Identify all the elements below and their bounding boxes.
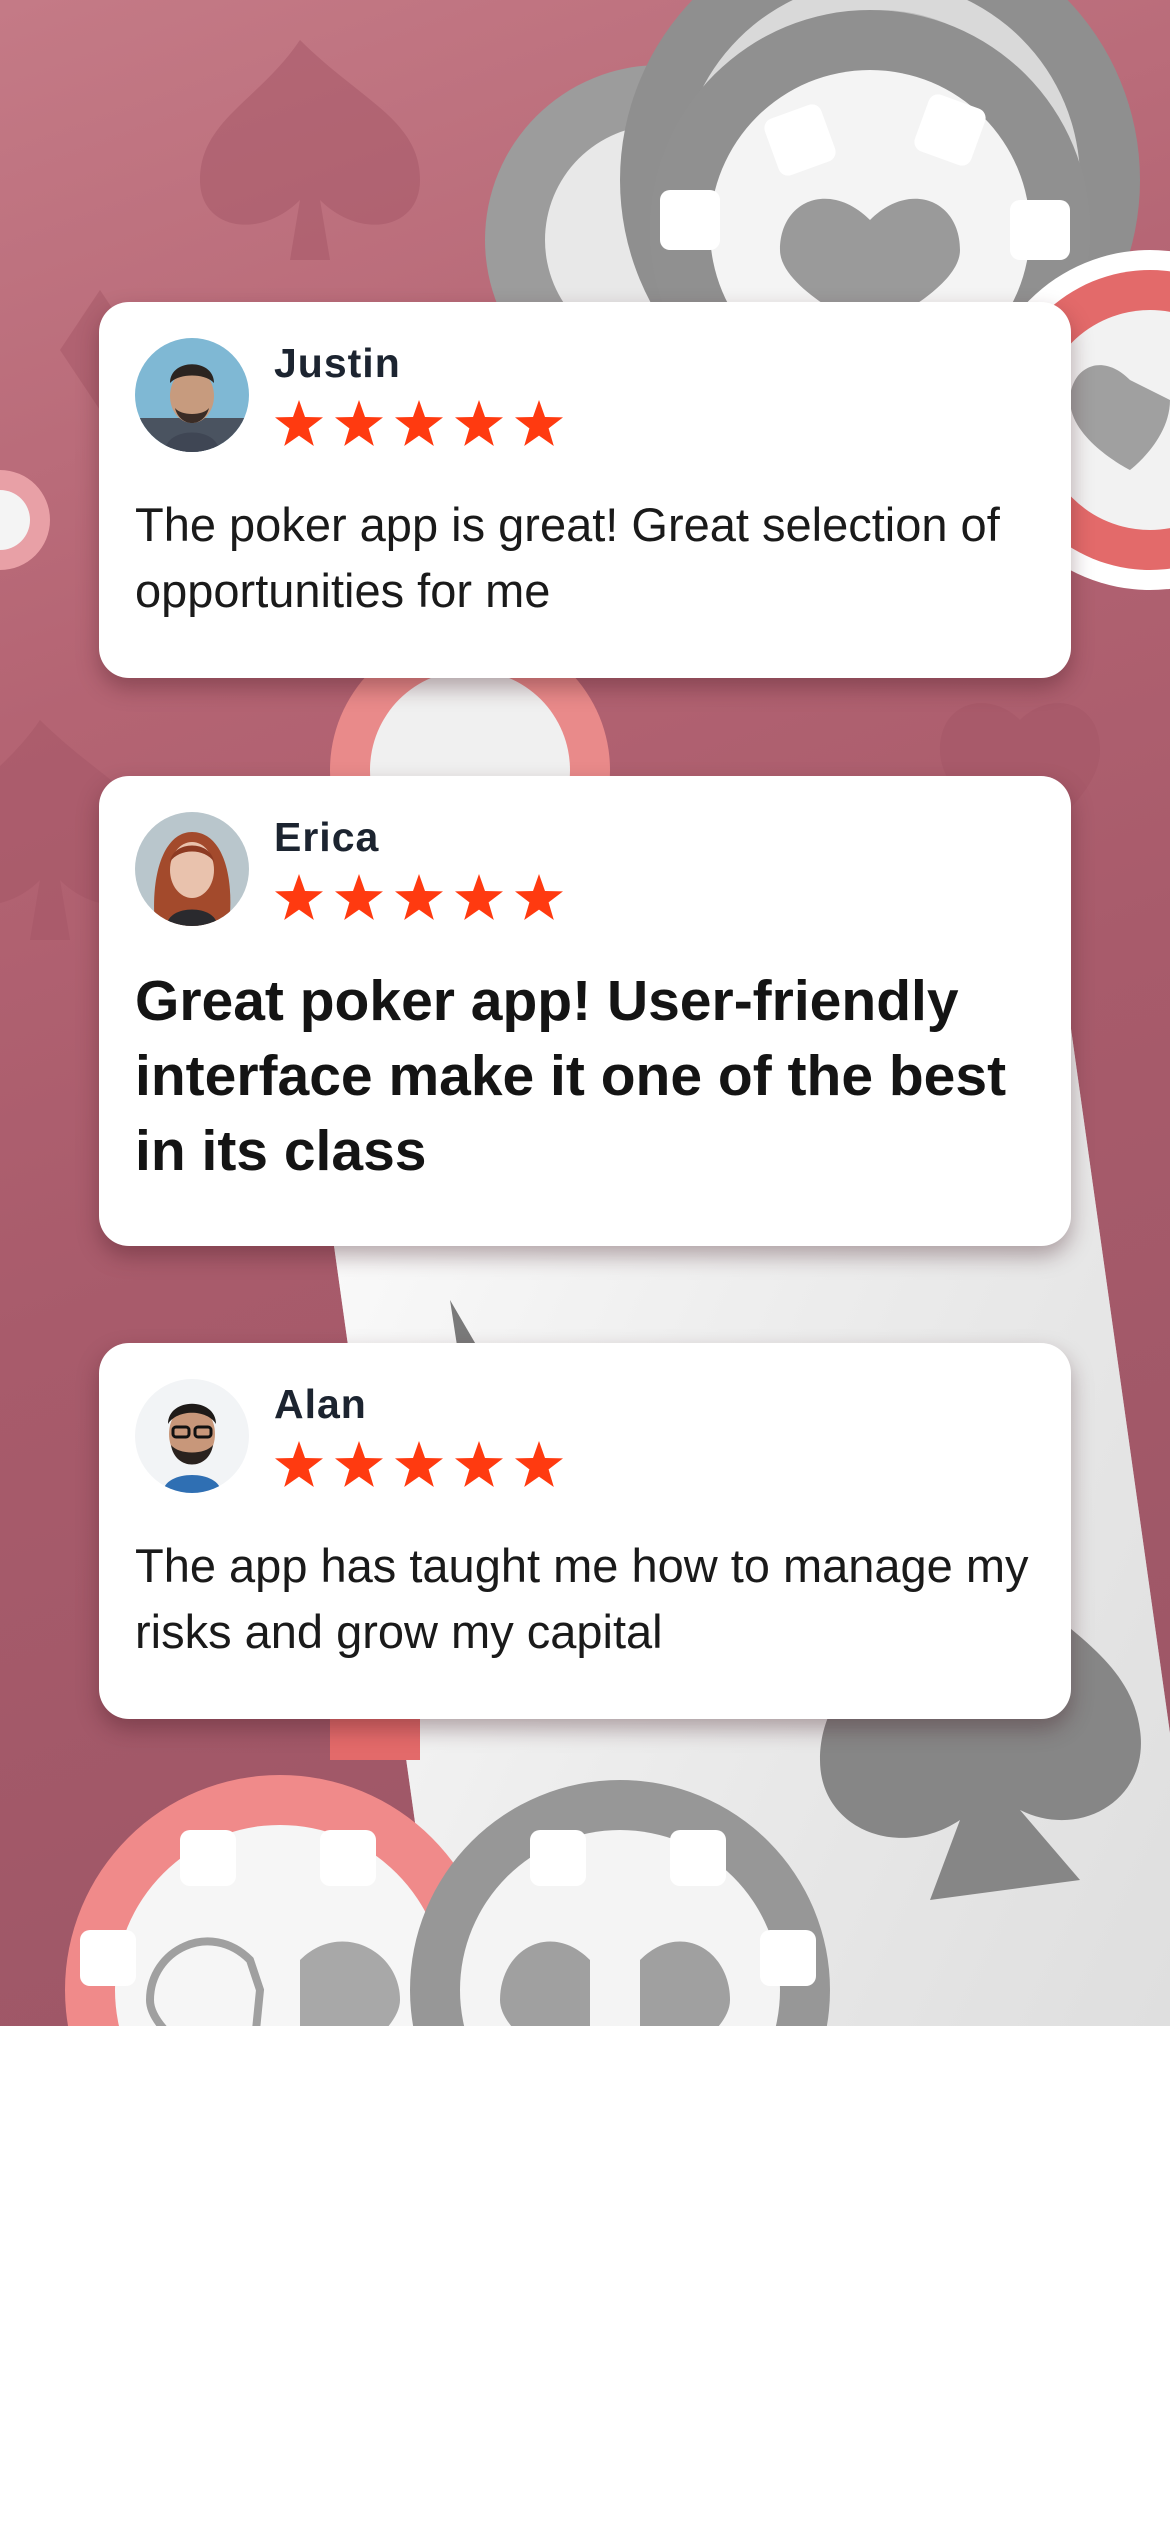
blank-footer-area <box>0 2026 1170 2532</box>
star-icon <box>515 874 563 920</box>
avatar <box>135 1379 249 1493</box>
star-icon <box>395 400 443 446</box>
star-icon <box>515 1441 563 1487</box>
review-card: Justin The poker app is great! Great sel… <box>99 302 1071 678</box>
reviewer-name: Alan <box>274 1381 367 1427</box>
star-rating <box>275 400 563 446</box>
review-card: Alan The app has taught me how to manage… <box>99 1343 1071 1719</box>
review-text: The poker app is great! Great selection … <box>135 498 1000 617</box>
star-icon <box>275 1441 323 1487</box>
star-icon <box>455 874 503 920</box>
star-icon <box>455 1441 503 1487</box>
avatar <box>135 812 249 926</box>
star-icon <box>275 874 323 920</box>
review-text: Great poker app! User-friendly interface… <box>135 969 1007 1183</box>
star-icon <box>395 1441 443 1487</box>
star-icon <box>455 400 503 446</box>
avatar <box>135 338 249 452</box>
review-text: The app has taught me how to manage my r… <box>135 1539 1029 1658</box>
star-icon <box>395 874 443 920</box>
star-rating <box>275 874 563 920</box>
review-card: Erica Great poker app! User-friendly int… <box>99 776 1071 1246</box>
reviewer-name: Justin <box>274 340 401 386</box>
reviewer-name: Erica <box>274 814 380 860</box>
star-icon <box>515 400 563 446</box>
star-rating <box>275 1441 563 1487</box>
star-icon <box>275 400 323 446</box>
star-icon <box>335 400 383 446</box>
star-icon <box>335 874 383 920</box>
star-icon <box>335 1441 383 1487</box>
